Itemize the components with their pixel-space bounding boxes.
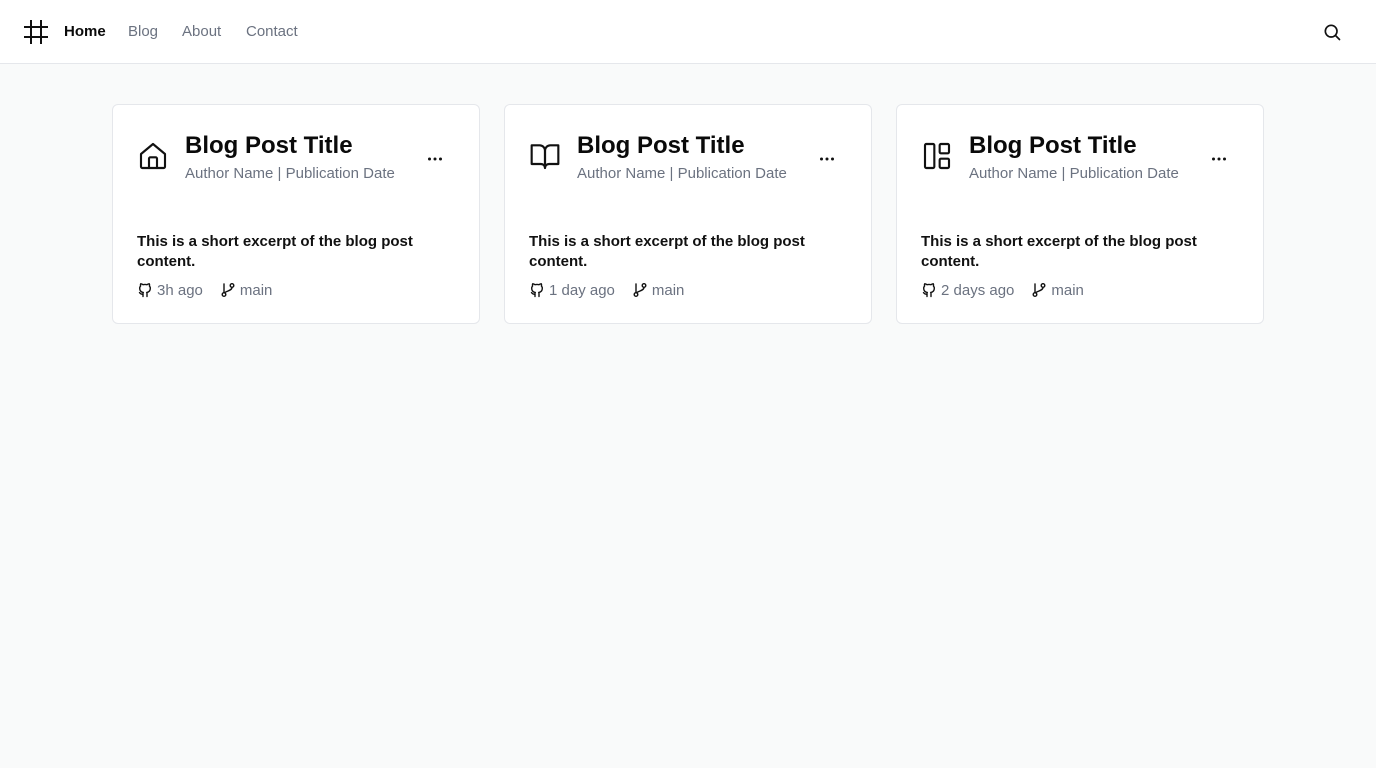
nav-link-about[interactable]: About <box>182 0 221 64</box>
github-icon <box>529 282 545 298</box>
card-meta: Author Name | Publication Date <box>185 165 395 182</box>
blog-post-card[interactable]: Blog Post Title Author Name | Publicatio… <box>504 104 872 324</box>
blog-post-card[interactable]: Blog Post Title Author Name | Publicatio… <box>896 104 1264 324</box>
updated-time: 2 days ago <box>921 282 1014 299</box>
card-meta: Author Name | Publication Date <box>969 165 1179 182</box>
home-icon <box>137 140 169 172</box>
layout-icon <box>921 140 953 172</box>
card-title[interactable]: Blog Post Title <box>577 132 745 160</box>
top-navbar: Home Blog About Contact <box>0 0 1376 64</box>
card-footer: 2 days ago main <box>921 280 1084 300</box>
card-footer: 3h ago main <box>137 280 272 300</box>
more-options-icon[interactable] <box>817 149 837 169</box>
card-excerpt: This is a short excerpt of the blog post… <box>137 233 413 270</box>
branch: main <box>1031 282 1084 299</box>
git-branch-icon <box>1031 282 1047 298</box>
github-icon <box>921 282 937 298</box>
git-branch-icon <box>220 282 236 298</box>
time-label: 3h ago <box>157 281 203 299</box>
card-excerpt: This is a short excerpt of the blog post… <box>529 233 805 270</box>
time-label: 1 day ago <box>549 281 615 299</box>
card-excerpt: This is a short excerpt of the blog post… <box>921 233 1197 270</box>
github-icon <box>137 282 153 298</box>
branch-label: main <box>1051 281 1084 299</box>
blog-post-card[interactable]: Blog Post Title Author Name | Publicatio… <box>112 104 480 324</box>
nav-link-contact[interactable]: Contact <box>246 0 298 64</box>
frame-icon[interactable] <box>24 20 48 44</box>
search-icon[interactable] <box>1322 22 1342 42</box>
git-branch-icon <box>632 282 648 298</box>
updated-time: 1 day ago <box>529 282 615 299</box>
branch-label: main <box>239 281 273 299</box>
branch: main <box>632 281 685 299</box>
card-title[interactable]: Blog Post Title <box>185 132 353 160</box>
updated-time: 3h ago <box>137 282 203 299</box>
nav-link-blog[interactable]: Blog <box>128 0 158 64</box>
card-meta: Author Name | Publication Date <box>577 165 787 182</box>
branch-label: main <box>651 281 685 299</box>
card-footer: 1 day ago main <box>529 280 684 300</box>
branch: main <box>220 281 273 299</box>
book-open-icon <box>529 140 561 172</box>
time-label: 2 days ago <box>941 281 1015 299</box>
more-options-icon[interactable] <box>425 149 445 169</box>
nav-link-home[interactable]: Home <box>64 0 106 64</box>
card-title[interactable]: Blog Post Title <box>969 132 1137 160</box>
more-options-icon[interactable] <box>1209 149 1229 169</box>
